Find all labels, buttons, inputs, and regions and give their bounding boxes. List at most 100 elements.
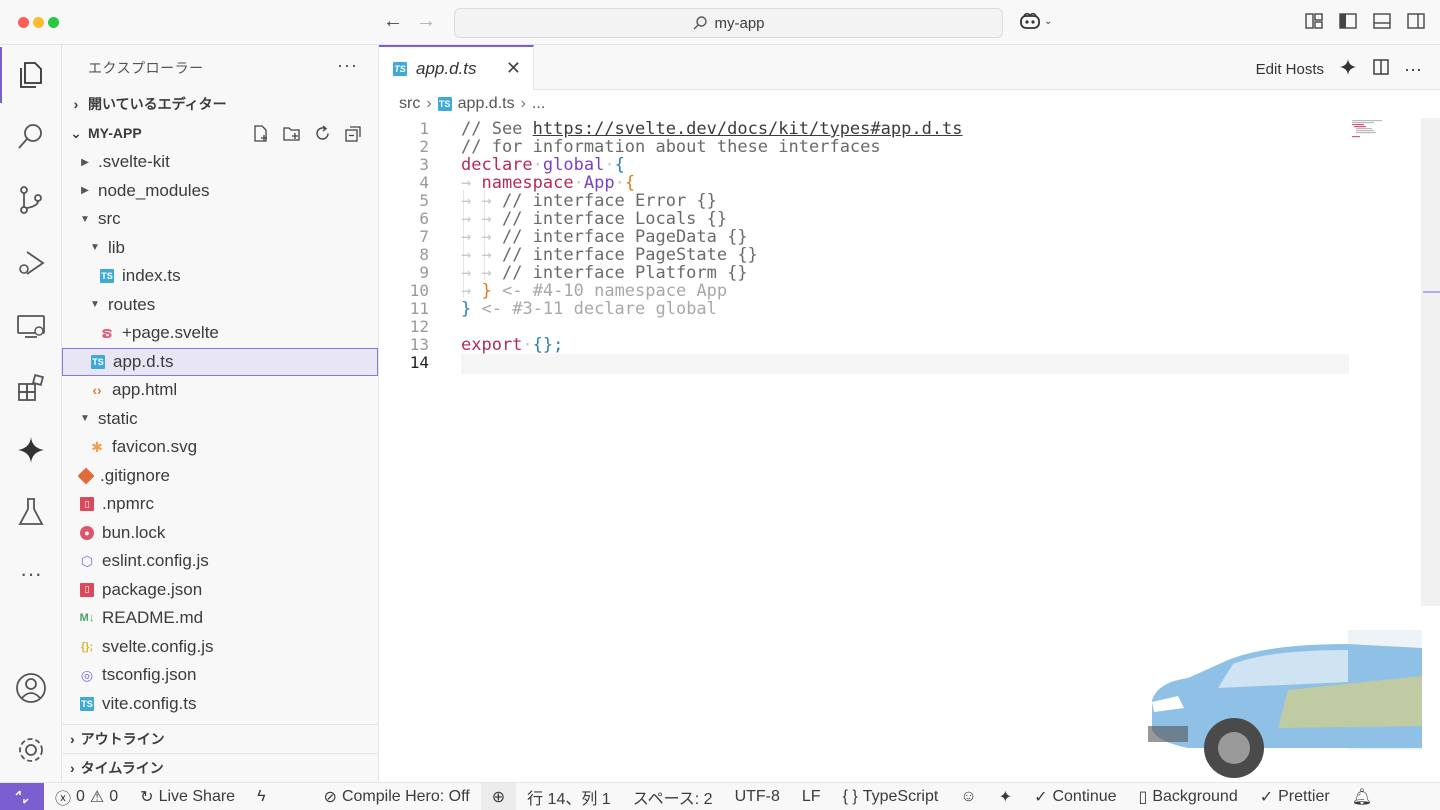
edit-hosts-button[interactable]: Edit Hosts <box>1256 61 1324 78</box>
minimap[interactable] <box>1352 120 1392 140</box>
tree-folder[interactable]: ▼ static <box>62 405 378 433</box>
sidebar-more-icon[interactable]: ··· <box>337 55 358 76</box>
run-debug-icon[interactable] <box>0 235 62 291</box>
tree-file[interactable]: ⬡ eslint.config.js <box>62 547 378 575</box>
line-number: 3 <box>419 155 429 174</box>
problems-indicator[interactable]: ⓧ 0 ⚠ 0 <box>44 783 129 810</box>
open-editors-section[interactable]: › 開いているエディター <box>62 91 379 117</box>
chevron-right-icon: › <box>70 759 75 776</box>
code-line-11: } <- #3-11 declare global <box>461 299 717 319</box>
cursor-position[interactable]: 行 14、列 1 <box>516 783 622 810</box>
sparkle-status-button[interactable]: ✦ <box>988 783 1023 810</box>
lightning-button[interactable]: ϟ <box>246 783 276 810</box>
tree-folder[interactable]: ▶ node_modules <box>62 177 378 205</box>
tree-file[interactable]: TS index.ts <box>62 262 378 290</box>
language-mode[interactable]: { } TypeScript <box>832 783 950 810</box>
check-icon: ✓ <box>1034 788 1048 806</box>
tree-folder[interactable]: ▼ routes <box>62 291 378 319</box>
copilot-sparkle-icon[interactable] <box>0 422 62 478</box>
tree-file[interactable]: ◎ tsconfig.json <box>62 661 378 689</box>
manage-gear-icon[interactable] <box>0 722 62 778</box>
doc-link[interactable]: https://svelte.dev/docs/kit/types#app.d.… <box>533 119 963 139</box>
breadcrumb: src › TS app.d.ts › ... <box>399 95 545 113</box>
tree-file[interactable]: ● bun.lock <box>62 519 378 547</box>
new-file-icon[interactable] <box>251 124 270 143</box>
toggle-secondary-sidebar-icon[interactable] <box>1406 11 1426 31</box>
live-share-button[interactable]: ↻ Live Share <box>129 783 246 810</box>
tree-file[interactable]: M↓ README.md <box>62 604 378 632</box>
compile-hero-button[interactable]: ⊘ Compile Hero: Off <box>313 783 481 810</box>
code-line-8: → → // interface PageState {} <box>461 245 758 265</box>
extensions-icon[interactable] <box>0 360 62 416</box>
breadcrumb-file[interactable]: app.d.ts <box>458 95 515 113</box>
tree-file[interactable]: TS app.d.ts <box>62 347 378 376</box>
accounts-icon[interactable] <box>0 660 62 716</box>
source-control-icon[interactable] <box>0 172 62 228</box>
line-number: 11 <box>409 299 429 318</box>
html-file-icon: ‹› <box>92 382 102 398</box>
indentation-setting[interactable]: スペース: 2 <box>622 783 724 810</box>
remote-indicator-icon[interactable] <box>0 782 44 810</box>
tree-file[interactable]: ‹› app.html <box>62 376 378 404</box>
tree-folder[interactable]: ▼ lib <box>62 234 378 262</box>
tree-folder[interactable]: ▶ .svelte-kit <box>62 148 378 176</box>
tree-file[interactable]: ▯ package.json <box>62 576 378 604</box>
typescript-file-icon: TS <box>100 269 114 283</box>
breadcrumb-more[interactable]: ... <box>532 95 545 113</box>
prettier-button[interactable]: ✓ Prettier <box>1249 783 1341 810</box>
tab-app-d-ts[interactable]: TS app.d.ts ✕ <box>379 45 534 90</box>
tree-item-label: tsconfig.json <box>102 665 197 684</box>
refresh-icon[interactable] <box>313 124 332 143</box>
close-window-button[interactable] <box>18 17 29 28</box>
tree-file[interactable]: ▯ .npmrc <box>62 490 378 518</box>
timeline-section[interactable]: › タイムライン <box>62 753 379 781</box>
status-bar: ⓧ 0 ⚠ 0 ↻ Live Share ϟ ⊘ Compile Hero: Off ⊕… <box>0 782 1440 810</box>
vertical-scrollbar[interactable] <box>1421 118 1440 606</box>
collapse-all-icon[interactable] <box>344 124 363 143</box>
remote-explorer-icon[interactable] <box>0 298 62 354</box>
command-center-search[interactable]: my-app <box>454 8 1003 38</box>
eol-setting[interactable]: LF <box>791 783 832 810</box>
toggle-primary-sidebar-icon[interactable] <box>1338 11 1358 31</box>
maximize-window-button[interactable] <box>48 17 59 28</box>
tree-file[interactable]: {}; svelte.config.js <box>62 633 378 661</box>
back-arrow-icon[interactable]: ← <box>383 10 403 33</box>
tree-item-label: .gitignore <box>100 465 170 485</box>
toggle-panel-icon[interactable] <box>1372 11 1392 31</box>
background-button[interactable]: ▯ Background <box>1128 783 1249 810</box>
line-number: 1 <box>419 119 429 138</box>
copilot-status-button[interactable]: ☺ <box>949 783 987 810</box>
minimize-window-button[interactable] <box>33 17 44 28</box>
notifications-button[interactable]: 🔔︎ <box>1341 783 1383 810</box>
more-actions-icon[interactable]: ··· <box>1404 59 1422 80</box>
split-editor-icon[interactable] <box>1372 58 1390 80</box>
outline-label: アウトライン <box>80 730 165 747</box>
tab-label: app.d.ts <box>416 58 477 78</box>
outline-section[interactable]: › アウトライン <box>62 724 379 752</box>
forward-arrow-icon[interactable]: → <box>416 10 436 33</box>
copilot-sparkle-icon[interactable] <box>1338 57 1358 81</box>
tree-folder[interactable]: ▼ src <box>62 205 378 233</box>
testing-icon[interactable] <box>0 484 62 540</box>
typescript-file-icon: TS <box>393 61 407 76</box>
copilot-menu-button[interactable]: ⌄ <box>1018 11 1052 31</box>
new-folder-icon[interactable] <box>282 124 301 143</box>
chevron-right-icon: ▶ <box>81 185 89 196</box>
tree-file[interactable]: TS vite.config.ts <box>62 690 378 718</box>
breadcrumb-folder[interactable]: src <box>399 95 420 113</box>
close-tab-icon[interactable]: ✕ <box>506 58 521 79</box>
chevron-down-icon: ▼ <box>90 299 100 310</box>
tree-file[interactable]: ✱ favicon.svg <box>62 433 378 461</box>
error-icon: ⓧ <box>55 790 72 808</box>
more-views-icon[interactable]: ··· <box>0 546 62 602</box>
tree-file[interactable]: .gitignore <box>62 462 378 490</box>
search-icon[interactable] <box>0 109 62 165</box>
customize-layout-icon[interactable] <box>1304 11 1324 31</box>
encoding-setting[interactable]: UTF-8 <box>724 783 791 810</box>
continue-button[interactable]: ✓ Continue <box>1023 783 1127 810</box>
project-section[interactable]: ⌄ MY-APP <box>62 120 379 146</box>
bell-icon: 🔔︎ <box>1351 788 1373 806</box>
zoom-button[interactable]: ⊕ <box>480 782 517 810</box>
explorer-icon[interactable] <box>0 47 62 103</box>
tree-file[interactable]: ຣ +page.svelte <box>62 319 378 347</box>
